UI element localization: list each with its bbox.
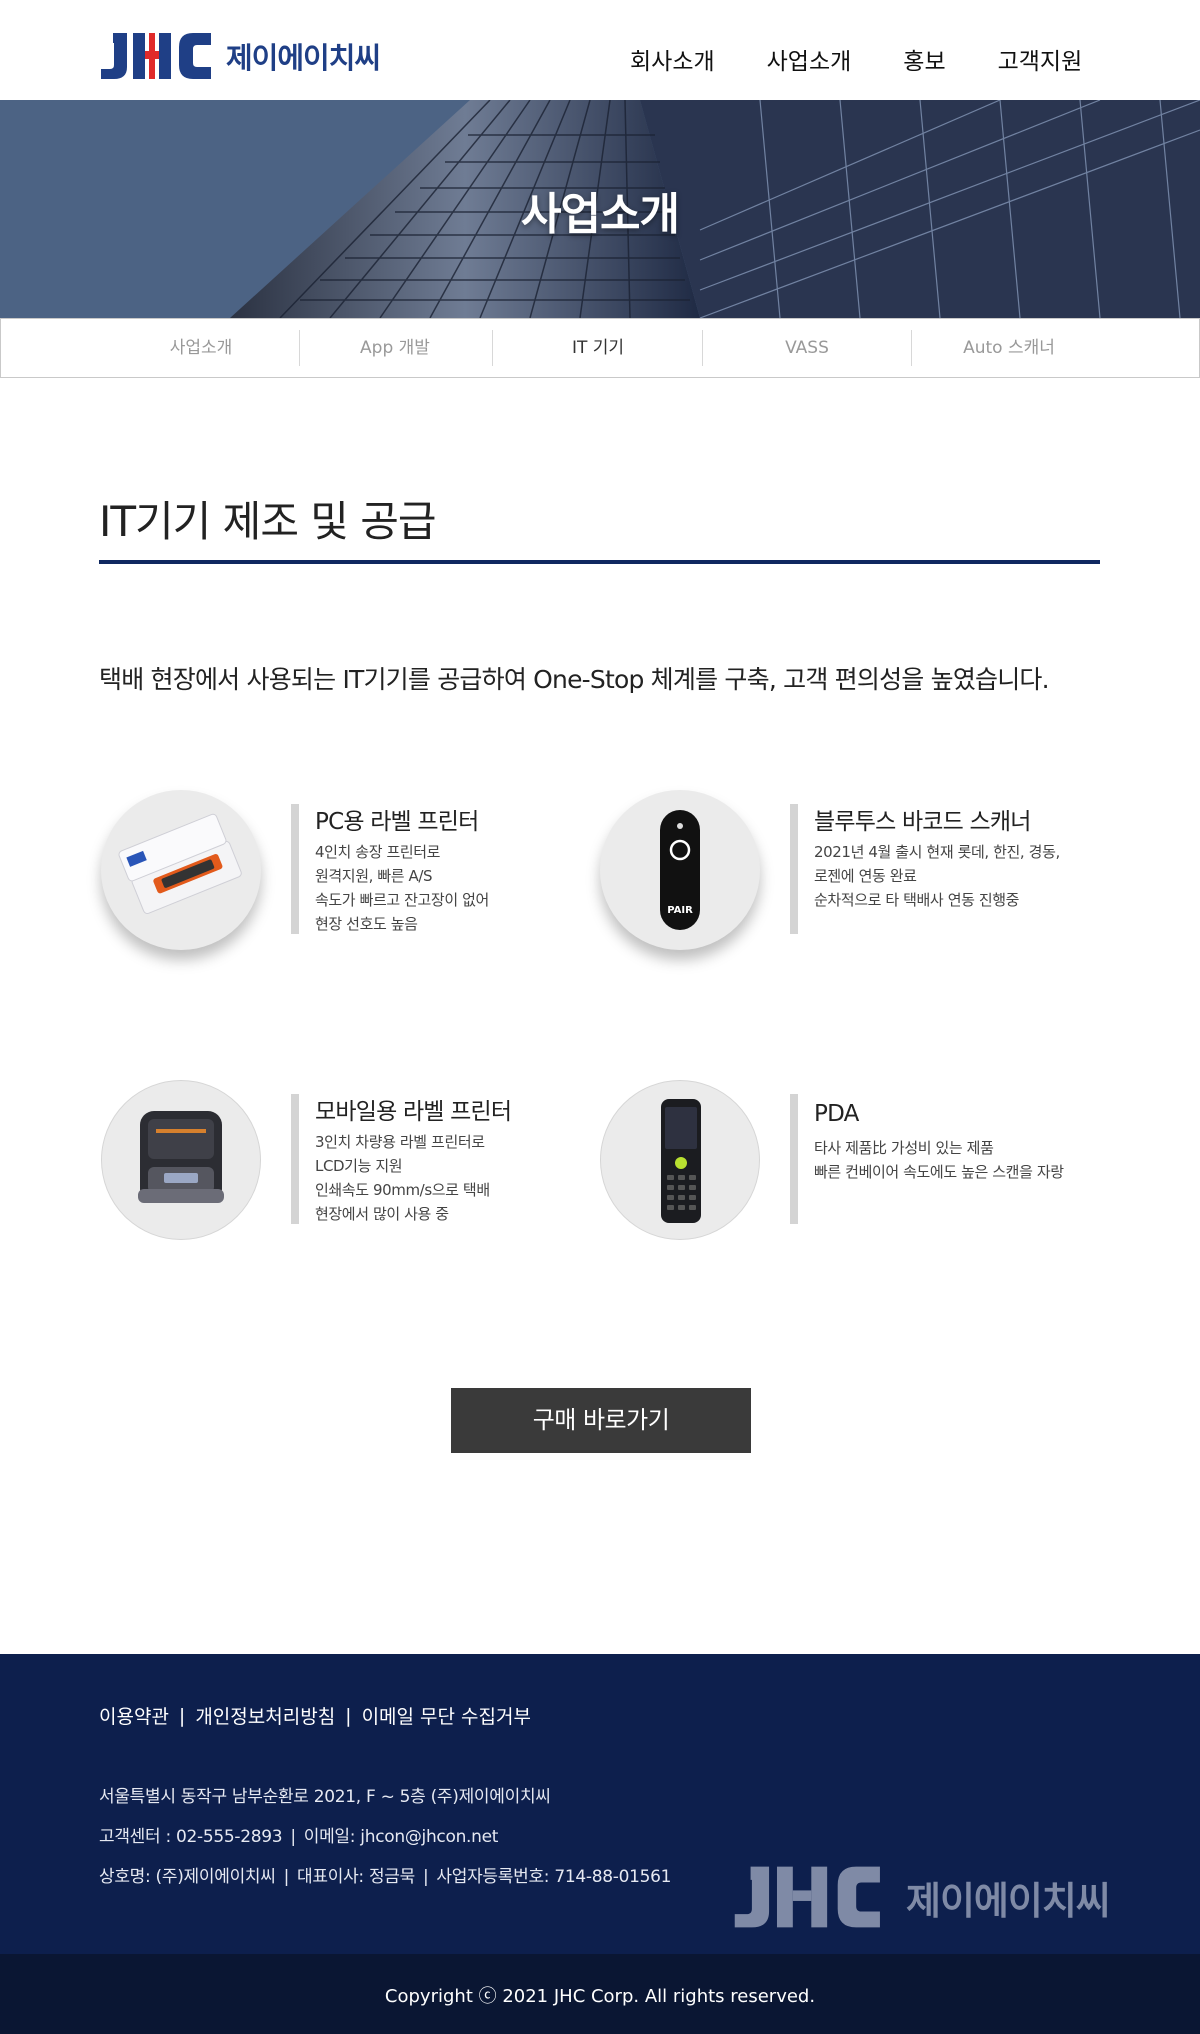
copyright-bar: Copyright ⓒ 2021 JHC Corp. All rights re… <box>0 1954 1200 2034</box>
ceo-name: 대표이사: 정금묵 <box>297 1867 415 1887</box>
product-desc-line: 인쇄속도 90mm/s으로 택배 <box>315 1181 490 1199</box>
company-name: 상호명: (주)제이에이치씨 <box>99 1867 276 1887</box>
subnav-business[interactable]: 사업소개 <box>121 319 281 377</box>
footer-link-separator: | <box>345 1704 352 1727</box>
footer-jhc-logo-mark <box>734 1866 880 1928</box>
pda-icon <box>600 1080 760 1240</box>
section-title: IT기기 제조 및 공급 <box>99 497 437 546</box>
footer-address: 서울특별시 동작구 남부순환로 2021, F ~ 5층 (주)제이에이치씨 <box>99 1787 551 1807</box>
subnav-divider <box>702 330 703 366</box>
product-divider <box>291 804 299 934</box>
section-divider <box>99 560 1100 564</box>
jhc-logo-mark <box>99 31 214 81</box>
email-refusal-link[interactable]: 이메일 무단 수집거부 <box>362 1702 531 1729</box>
product-desc-line: 4인치 송장 프린터로 <box>315 843 441 861</box>
nav-support[interactable]: 고객지원 <box>998 42 1083 76</box>
product-desc-line: 속도가 빠르고 잔고장이 없어 <box>315 891 489 909</box>
subnav-divider <box>911 330 912 366</box>
logo-text: 제이에이치씨 <box>226 41 381 75</box>
product-desc-line: 현장 선호도 높음 <box>315 915 418 933</box>
subnav-vass[interactable]: VASS <box>727 319 887 377</box>
svg-text:PAIR: PAIR <box>667 905 693 916</box>
product-description: 3인치 차량용 라벨 프린터로 LCD기능 지원 인쇄속도 90mm/s으로 택… <box>315 1130 490 1226</box>
footer-separator: | <box>283 1867 290 1887</box>
nav-business[interactable]: 사업소개 <box>767 42 852 76</box>
product-divider <box>790 804 798 934</box>
footer-company: 상호명: (주)제이에이치씨 | 대표이사: 정금묵 | 사업자등록번호: 714-88… <box>99 1862 671 1887</box>
product-desc-line: 로젠에 연동 완료 <box>814 867 917 885</box>
footer-logo-text: 제이에이치씨 <box>906 1878 1111 1923</box>
terms-link[interactable]: 이용약관 <box>99 1702 169 1729</box>
privacy-link[interactable]: 개인정보처리방침 <box>195 1702 335 1729</box>
subnav-it-device[interactable]: IT 기기 <box>518 319 678 377</box>
footer-separator: | <box>422 1867 429 1887</box>
product-desc-line: 2021년 4월 출시 현재 롯데, 한진, 경동, <box>814 843 1060 861</box>
site-header: 제이에이치씨 회사소개 사업소개 홍보 고객지원 <box>0 0 1200 100</box>
sub-nav: 사업소개 App 개발 IT 기기 VASS Auto 스캐너 <box>0 318 1200 378</box>
product-desc-line: LCD기능 지원 <box>315 1157 403 1175</box>
product-name: 블루투스 바코드 스캐너 <box>814 809 1031 835</box>
footer-contact: 고객센터 : 02-555-2893 | 이메일: jhcon@jhcon.net <box>99 1822 498 1847</box>
product-desc-line: 빠른 컨베이어 속도에도 높은 스캔을 자랑 <box>814 1163 1064 1181</box>
subnav-divider <box>299 330 300 366</box>
footer-separator: | <box>290 1827 296 1847</box>
nav-promotion[interactable]: 홍보 <box>903 42 945 76</box>
product-divider <box>291 1094 299 1224</box>
subnav-auto-scanner[interactable]: Auto 스캐너 <box>929 319 1089 377</box>
barcode-scanner-icon: PAIR <box>600 790 760 950</box>
mobile-printer-icon <box>101 1080 261 1240</box>
footer-logo: 제이에이치씨 <box>728 1864 1111 1930</box>
label-printer-icon <box>101 790 261 950</box>
footer-links: 이용약관 | 개인정보처리방침 | 이메일 무단 수집거부 <box>99 1702 531 1729</box>
site-footer: 이용약관 | 개인정보처리방침 | 이메일 무단 수집거부 서울특별시 동작구 … <box>0 1654 1200 1954</box>
product-desc-line: 순차적으로 타 택배사 연동 진행중 <box>814 891 1020 909</box>
product-desc-line: 3인치 차량용 라벨 프린터로 <box>315 1133 485 1151</box>
section-description: 택배 현장에서 사용되는 IT기기를 공급하여 One-Stop 체계를 구축,… <box>99 665 1050 694</box>
business-number: 사업자등록번호: 714-88-01561 <box>436 1867 672 1887</box>
copyright-text: Copyright ⓒ 2021 JHC Corp. All rights re… <box>384 1986 816 2007</box>
product-desc-line: 원격지원, 빠른 A/S <box>315 867 433 885</box>
product-name: 모바일용 라벨 프린터 <box>315 1099 512 1125</box>
footer-link-separator: | <box>178 1704 186 1727</box>
product-desc-line: 타사 제품比 가성비 있는 제품 <box>814 1139 994 1157</box>
product-divider <box>790 1094 798 1224</box>
product-description: 2021년 4월 출시 현재 롯데, 한진, 경동, 로젠에 연동 완료 순차적… <box>814 840 1060 912</box>
hero-banner: 사업소개 <box>0 100 1200 318</box>
product-name: PC용 라벨 프린터 <box>315 809 479 835</box>
product-name: PDA <box>814 1101 859 1127</box>
main-nav: 회사소개 사업소개 홍보 고객지원 <box>630 42 1082 76</box>
logo[interactable]: 제이에이치씨 <box>99 28 381 84</box>
product-description: 4인치 송장 프린터로 원격지원, 빠른 A/S 속도가 빠르고 잔고장이 없어… <box>315 840 489 936</box>
customer-center: 고객센터 : 02-555-2893 <box>99 1827 283 1847</box>
product-desc-line: 현장에서 많이 사용 중 <box>315 1205 449 1223</box>
contact-email: 이메일: jhcon@jhcon.net <box>303 1827 499 1847</box>
hero-title: 사업소개 <box>521 189 680 240</box>
nav-company[interactable]: 회사소개 <box>630 42 715 76</box>
buy-button[interactable]: 구매 바로가기 <box>451 1388 751 1453</box>
product-description: 타사 제품比 가성비 있는 제품 빠른 컨베이어 속도에도 높은 스캔을 자랑 <box>814 1136 1064 1184</box>
subnav-app[interactable]: App 개발 <box>315 319 475 377</box>
subnav-divider <box>492 330 493 366</box>
